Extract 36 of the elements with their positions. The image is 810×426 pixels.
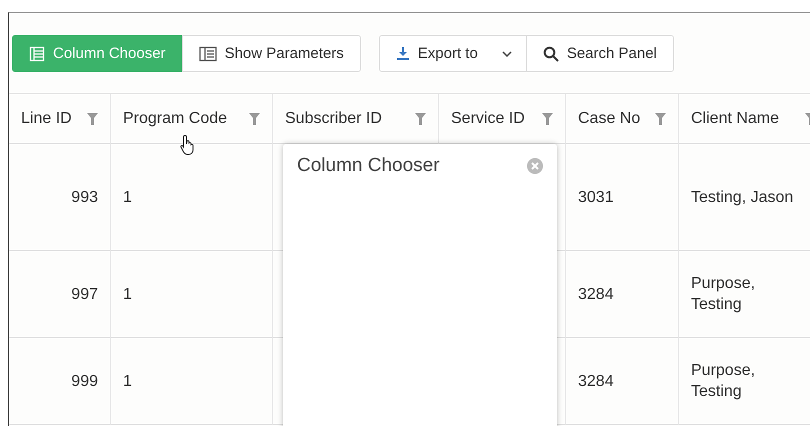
column-title: Service ID — [451, 110, 525, 128]
column-title: Client Name — [691, 110, 780, 128]
table-cell: 997 — [9, 251, 111, 338]
close-icon[interactable] — [527, 158, 543, 174]
table-cell: 1 — [111, 251, 273, 338]
table-cell: Purpose, Testing — [679, 338, 810, 425]
export-dropdown[interactable]: Export to — [378, 35, 527, 72]
column-title: Line ID — [21, 110, 72, 128]
search-icon — [542, 46, 559, 62]
table-cell: 3031 — [566, 144, 679, 251]
table-cell: 1 — [111, 338, 273, 425]
filter-icon[interactable] — [249, 112, 260, 124]
filter-icon[interactable] — [655, 112, 666, 124]
column-list-icon — [29, 46, 45, 62]
column-title: Case No — [578, 110, 640, 128]
search-panel-button[interactable]: Search Panel — [526, 35, 674, 72]
column-header[interactable]: Line ID — [9, 94, 111, 144]
table-cell: 3284 — [566, 338, 679, 425]
table-cell: Purpose, Testing — [679, 251, 810, 338]
filter-icon[interactable] — [542, 112, 553, 124]
toggle-button[interactable]: Show Parameters — [182, 35, 361, 72]
panel-title: Column Chooser — [297, 155, 440, 177]
table-cell: 3284 — [566, 251, 679, 338]
column-header[interactable]: Case No — [566, 94, 679, 144]
column-header[interactable]: Client Name — [679, 94, 810, 144]
filter-icon[interactable] — [87, 112, 98, 124]
panel-icon — [198, 46, 217, 62]
table-cell: Testing, Jason — [679, 144, 810, 251]
download-icon — [396, 46, 410, 60]
column-title: Subscriber ID — [285, 110, 382, 128]
table-cell: 999 — [9, 338, 111, 425]
column-title: Program Code — [123, 110, 228, 128]
filter-icon[interactable] — [415, 112, 426, 124]
table-cell: 993 — [9, 144, 111, 251]
hand-cursor-icon — [180, 134, 196, 156]
chevron-down-icon — [502, 50, 512, 56]
